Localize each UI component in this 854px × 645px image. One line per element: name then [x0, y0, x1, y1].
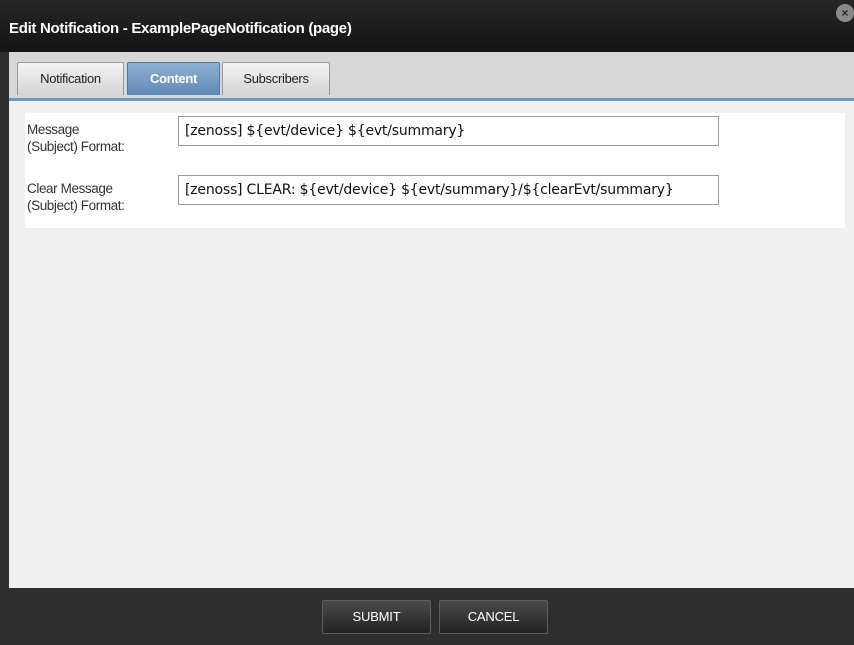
dialog-footer: SUBMIT CANCEL	[0, 588, 854, 645]
tab-content[interactable]: Content	[127, 62, 220, 95]
message-format-input[interactable]	[178, 116, 719, 146]
edit-notification-dialog: Edit Notification - ExamplePageNotificat…	[0, 0, 854, 645]
content-tab-panel: Message (Subject) Format: Clear Message …	[9, 101, 854, 588]
dialog-titlebar[interactable]: Edit Notification - ExamplePageNotificat…	[0, 0, 854, 52]
submit-button[interactable]: SUBMIT	[322, 600, 431, 634]
message-format-label-line2: (Subject) Format:	[27, 139, 125, 154]
tab-strip: Notification Content Subscribers	[9, 52, 854, 101]
message-format-label: Message (Subject) Format:	[27, 121, 125, 155]
clear-message-format-label-line2: (Subject) Format:	[27, 198, 125, 213]
clear-message-format-label-line1: Clear Message	[27, 181, 113, 196]
clear-message-format-input[interactable]	[178, 175, 719, 205]
content-form: Message (Subject) Format: Clear Message …	[25, 113, 845, 228]
cancel-button[interactable]: CANCEL	[439, 600, 548, 634]
tab-subscribers[interactable]: Subscribers	[222, 62, 330, 95]
dialog-title: Edit Notification - ExamplePageNotificat…	[9, 20, 352, 37]
close-icon[interactable]: ×	[836, 4, 854, 22]
tab-notification[interactable]: Notification	[17, 62, 124, 95]
message-format-label-line1: Message	[27, 122, 79, 137]
dialog-panel: Notification Content Subscribers Message…	[9, 52, 854, 588]
clear-message-format-label: Clear Message (Subject) Format:	[27, 180, 125, 214]
